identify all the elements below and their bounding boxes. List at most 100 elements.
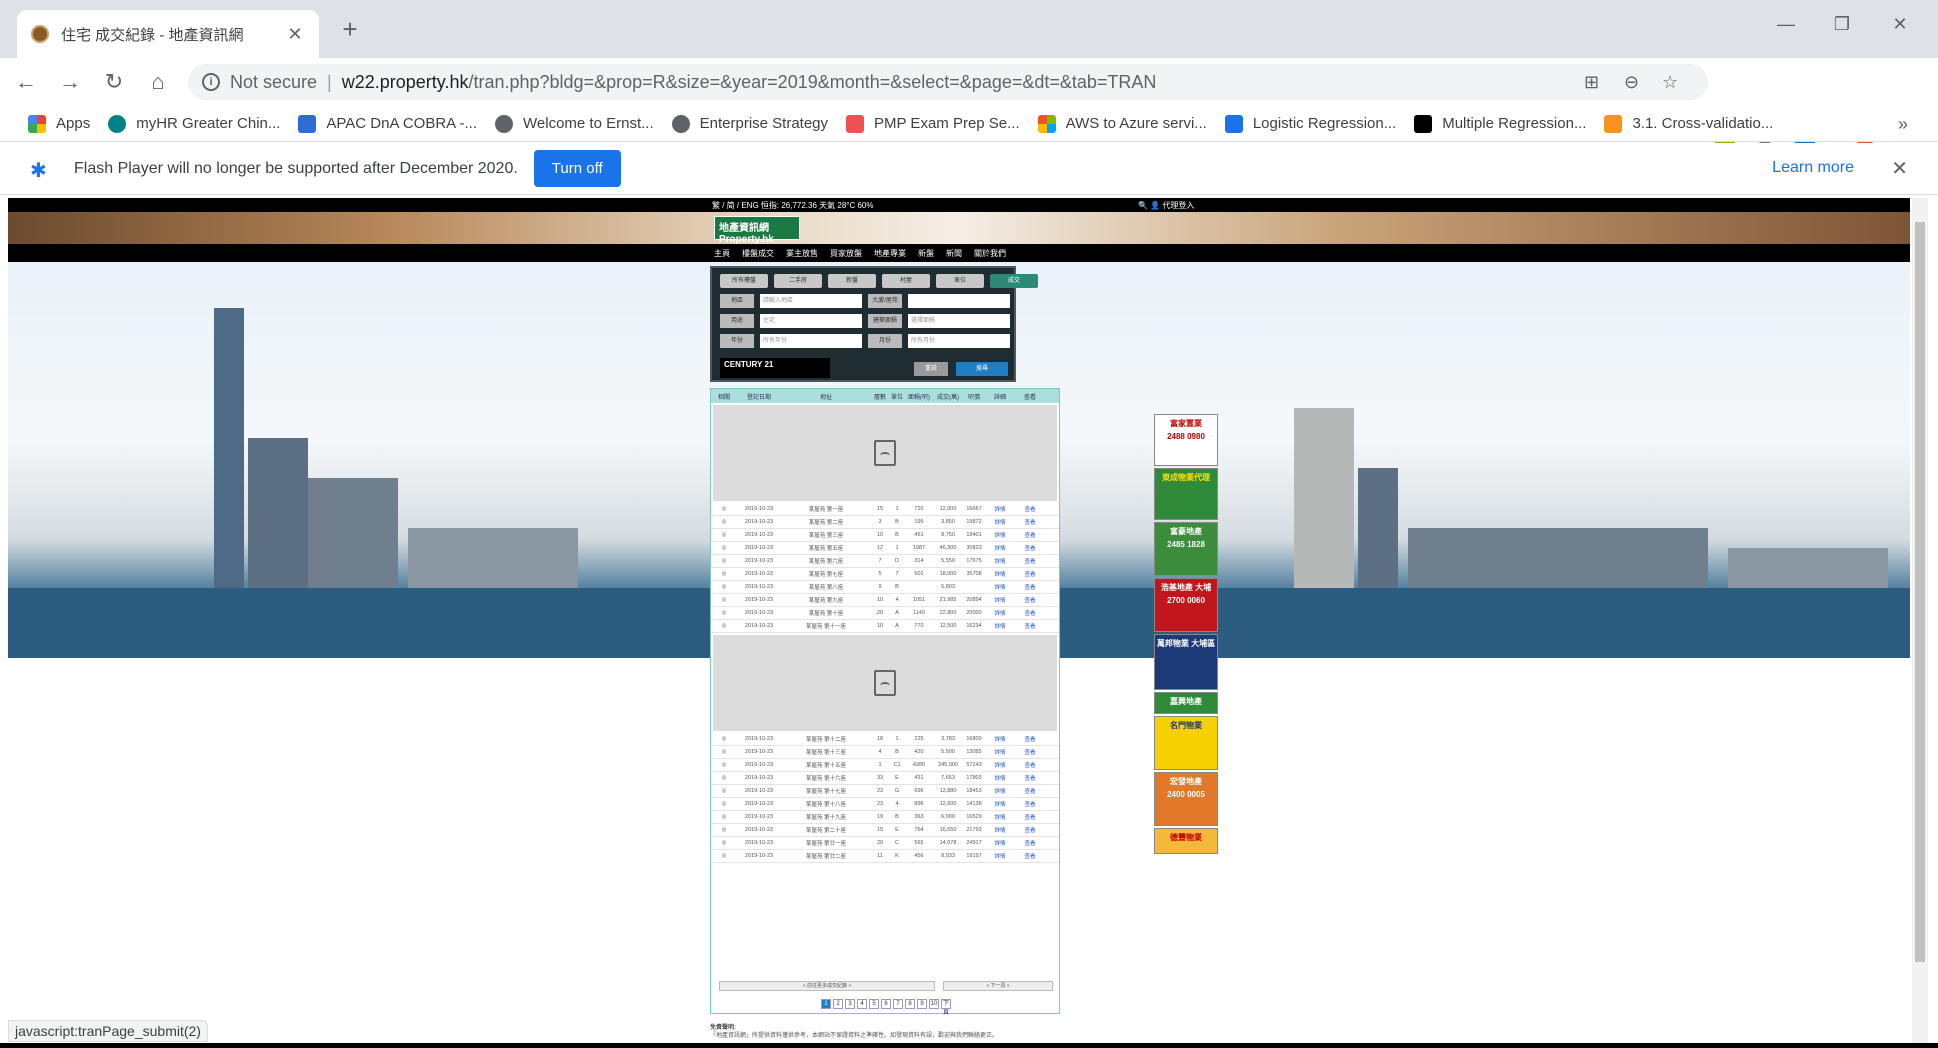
table-row[interactable]: ◎ 2019-10-23 某屋苑 第十三座 4 B 420 5,500 13095 詳情 查看 — [711, 746, 1059, 759]
translate-icon[interactable]: ⊞ — [1584, 72, 1599, 93]
table-row[interactable]: ◎ 2019-10-23 某屋苑 第廿二座 11 K 456 8,933 19197 詳情 查看 — [711, 850, 1059, 863]
zoom-icon[interactable]: ⊖ — [1624, 72, 1639, 93]
tab-close-icon[interactable]: ✕ — [285, 24, 305, 45]
active-tab[interactable]: 住宅 成交紀錄 - 地產資訊網 ✕ — [17, 10, 319, 58]
bookmarks-overflow-button[interactable]: » — [1898, 114, 1908, 135]
bookmark-item[interactable]: 3.1. Cross-validatio... — [1604, 114, 1773, 133]
table-row[interactable]: ◎ 2019-10-23 某屋苑 第廿一座 20 C 565 14,078 24917 詳情 查看 — [711, 837, 1059, 850]
nav-item[interactable]: 主頁 — [714, 248, 730, 259]
agency-ad-banner[interactable]: 名門物業 — [1154, 716, 1218, 770]
detail-link[interactable]: 詳情 — [985, 839, 1015, 847]
learn-more-link[interactable]: Learn more — [1772, 159, 1854, 177]
table-row[interactable]: ◎ 2019-10-23 某屋苑 第十二座 18 1 225 3,783 16800 詳情 查看 — [711, 733, 1059, 746]
detail-link[interactable]: 詳情 — [985, 570, 1015, 578]
district-input[interactable]: 請輸入地區 — [760, 294, 862, 308]
view-link[interactable]: 查看 — [1015, 544, 1045, 552]
view-link[interactable]: 查看 — [1015, 774, 1045, 782]
page-link[interactable]: 9 — [917, 999, 927, 1009]
bookmark-item[interactable]: Welcome to Ernst... — [495, 114, 654, 133]
restore-button[interactable]: ❐ — [1822, 14, 1862, 35]
usage-select[interactable]: 住宅 — [760, 314, 862, 328]
view-link[interactable]: 查看 — [1015, 826, 1045, 834]
window-close-button[interactable]: ✕ — [1880, 14, 1920, 35]
view-link[interactable]: 查看 — [1015, 557, 1045, 565]
agency-ad-banner[interactable]: 德豐物業 — [1154, 828, 1218, 854]
agency-ad-banner[interactable]: 嘉興地產 — [1154, 692, 1218, 714]
search-tab[interactable]: 二手房 — [774, 274, 822, 288]
nav-item[interactable]: 買家放盤 — [830, 248, 862, 259]
page-link[interactable]: 3 — [845, 999, 855, 1009]
top-strip-login[interactable]: 🔍 👤 代理登入 — [1138, 200, 1194, 211]
view-link[interactable]: 查看 — [1015, 800, 1045, 808]
year-select[interactable]: 所有年份 — [760, 334, 862, 348]
page-link[interactable]: 7 — [893, 999, 903, 1009]
page-link[interactable]: 5 — [869, 999, 879, 1009]
agency-ad-banner[interactable]: 浩基地產 大埔 2700 0060 — [1154, 578, 1218, 632]
page-current[interactable]: 1 — [821, 999, 831, 1009]
table-row[interactable]: ◎ 2019-10-23 某屋苑 第七座 5 7 501 18,000 35708 詳情 查看 — [711, 568, 1059, 581]
bookmark-item[interactable]: myHR Greater Chin... — [108, 114, 280, 133]
page-link[interactable]: 8 — [905, 999, 915, 1009]
bookmark-item[interactable]: Enterprise Strategy — [671, 114, 828, 133]
page-link[interactable]: 下頁 — [941, 999, 951, 1016]
detail-link[interactable]: 詳情 — [985, 609, 1015, 617]
table-row[interactable]: ◎ 2019-10-23 某屋苑 第十七座 23 G 696 12,880 18453 詳情 查看 — [711, 785, 1059, 798]
reset-button[interactable]: 重設 — [914, 362, 948, 376]
page-scrollbar[interactable] — [1912, 198, 1928, 1043]
table-row[interactable]: ◎ 2019-10-23 某屋苑 第六座 7 D 314 5,550 17675 詳情 查看 — [711, 555, 1059, 568]
top-strip-info[interactable]: 繁 / 简 / ENG 恒指: 26,772.36 天氣 28°C 60% — [712, 200, 873, 211]
detail-link[interactable]: 詳情 — [985, 852, 1015, 860]
detail-link[interactable]: 詳情 — [985, 596, 1015, 604]
agency-ad-banner[interactable]: 宏發地產 2400 0005 — [1154, 772, 1218, 826]
century21-logo[interactable]: CENTURY 21 — [720, 358, 830, 378]
detail-link[interactable]: 詳情 — [985, 735, 1015, 743]
reload-icon[interactable]: ↻ — [96, 64, 132, 100]
view-link[interactable]: 查看 — [1015, 583, 1045, 591]
table-row[interactable]: ◎ 2019-10-23 某屋苑 第十座 20 A 1140 22,800 20000 詳情 查看 — [711, 607, 1059, 620]
view-link[interactable]: 查看 — [1015, 622, 1045, 630]
view-link[interactable]: 查看 — [1015, 570, 1045, 578]
detail-link[interactable]: 詳情 — [985, 813, 1015, 821]
bookmark-star-icon[interactable]: ☆ — [1662, 72, 1678, 93]
table-row[interactable]: ◎ 2019-10-23 某屋苑 第十五座 1 C1 4280 245,000 57243 詳情… — [711, 759, 1059, 772]
detail-link[interactable]: 詳情 — [985, 748, 1015, 756]
table-row[interactable]: ◎ 2019-10-23 某屋苑 第八座 9 B 5,803 詳情 查看 — [711, 581, 1059, 594]
turn-off-button[interactable]: Turn off — [533, 150, 621, 187]
agency-ad-banner[interactable]: 富家置業 2488 0980 — [1154, 414, 1218, 466]
detail-link[interactable]: 詳情 — [985, 826, 1015, 834]
detail-link[interactable]: 詳情 — [985, 774, 1015, 782]
view-link[interactable]: 查看 — [1015, 531, 1045, 539]
table-row[interactable]: ◎ 2019-10-23 某屋苑 第三座 10 B 451 8,750 19401 詳情 查看 — [711, 529, 1059, 542]
view-link[interactable]: 查看 — [1015, 787, 1045, 795]
search-tab[interactable]: 所有樓盤 — [720, 274, 768, 288]
minimize-button[interactable]: — — [1766, 14, 1806, 35]
new-tab-button[interactable]: + — [336, 14, 364, 45]
view-link[interactable]: 查看 — [1015, 761, 1045, 769]
agency-ad-banner[interactable]: 東成物業代理 — [1154, 468, 1218, 520]
table-row[interactable]: ◎ 2019-10-23 某屋苑 第九座 10 4 1051 21,985 20894 詳情 查看 — [711, 594, 1059, 607]
view-link[interactable]: 查看 — [1015, 596, 1045, 604]
agency-ad-banner[interactable]: 萬邦物業 大埔區 — [1154, 634, 1218, 690]
view-link[interactable]: 查看 — [1015, 748, 1045, 756]
view-link[interactable]: 查看 — [1015, 505, 1045, 513]
nav-item[interactable]: 地產專業 — [874, 248, 906, 259]
detail-link[interactable]: 詳情 — [985, 505, 1015, 513]
bookmark-item[interactable]: APAC DnA COBRA -... — [298, 114, 477, 133]
detail-link[interactable]: 詳情 — [985, 544, 1015, 552]
back-arrow-icon[interactable]: ← — [8, 64, 44, 100]
table-row[interactable]: ◎ 2019-10-23 某屋苑 第十九座 19 B 363 6,000 16529 詳情 查看 — [711, 811, 1059, 824]
forward-arrow-icon[interactable]: → — [52, 64, 88, 100]
area-select[interactable]: 選擇面積 — [908, 314, 1010, 328]
detail-link[interactable]: 詳情 — [985, 531, 1015, 539]
nav-item[interactable]: 新盤 — [918, 248, 934, 259]
bookmark-item[interactable]: Multiple Regression... — [1414, 114, 1586, 133]
nav-item[interactable]: 新聞 — [946, 248, 962, 259]
search-tab-active[interactable]: 成交 — [990, 274, 1038, 288]
page-link[interactable]: 6 — [881, 999, 891, 1009]
table-row[interactable]: ◎ 2019-10-23 某屋苑 第二十座 15 E 764 16,650 21793 詳情 查看 — [711, 824, 1059, 837]
infobar-close-icon[interactable]: ✕ — [1891, 156, 1908, 181]
bookmark-item[interactable]: AWS to Azure servi... — [1037, 114, 1207, 133]
next-page-button[interactable]: « 下一頁 » — [943, 981, 1053, 991]
nav-item[interactable]: 關於我們 — [974, 248, 1006, 259]
bookmark-item[interactable]: Apps — [28, 114, 90, 133]
